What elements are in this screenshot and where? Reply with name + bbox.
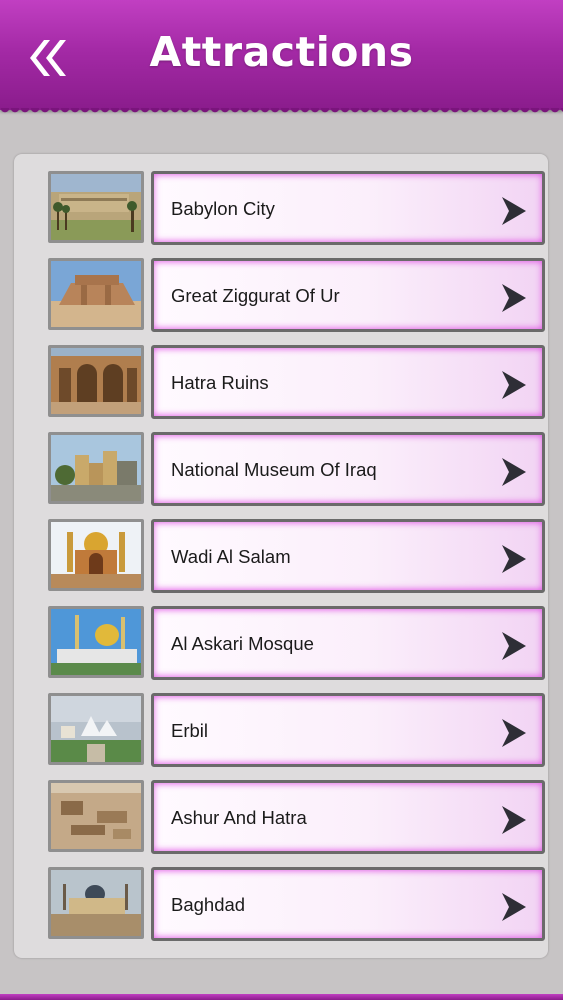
list-item[interactable]: Great Ziggurat Of Ur [34, 258, 546, 334]
chevron-right-icon [502, 458, 526, 486]
list-item[interactable]: Baghdad [34, 867, 546, 943]
attraction-button-ashur-and-hatra[interactable]: Ashur And Hatra [151, 780, 545, 854]
museum-thumbnail [48, 432, 144, 504]
wadi-al-salam-thumbnail [48, 519, 144, 591]
attraction-button-wadi-al-salam[interactable]: Wadi Al Salam [151, 519, 545, 593]
attraction-label: Ashur And Hatra [171, 807, 307, 828]
baghdad-thumbnail [48, 867, 144, 939]
chevron-right-icon [502, 806, 526, 834]
attractions-list-panel: Babylon City Great Ziggurat Of Ur Hatra … [14, 154, 548, 958]
hatra-ruins-thumbnail [48, 345, 144, 417]
chevron-right-icon [502, 632, 526, 660]
babylon-city-thumbnail [48, 171, 144, 243]
page-title: Attractions [149, 28, 414, 76]
attraction-button-al-askari-mosque[interactable]: Al Askari Mosque [151, 606, 545, 680]
list-item[interactable]: Hatra Ruins [34, 345, 546, 421]
ziggurat-thumbnail [48, 258, 144, 330]
chevron-right-icon [502, 893, 526, 921]
list-item[interactable]: Wadi Al Salam [34, 519, 546, 595]
chevron-right-icon [502, 371, 526, 399]
attraction-button-baghdad[interactable]: Baghdad [151, 867, 545, 941]
attraction-label: Great Ziggurat Of Ur [171, 285, 340, 306]
attraction-button-erbil[interactable]: Erbil [151, 693, 545, 767]
attraction-button-great-ziggurat-of-ur[interactable]: Great Ziggurat Of Ur [151, 258, 545, 332]
app-header: Attractions [0, 0, 563, 114]
attraction-label: Wadi Al Salam [171, 546, 291, 567]
attraction-label: Erbil [171, 720, 209, 741]
chevron-right-icon [502, 284, 526, 312]
askari-mosque-thumbnail [48, 606, 144, 678]
chevron-right-icon [502, 197, 526, 225]
attraction-label: Baghdad [171, 894, 246, 915]
chevron-right-icon [502, 545, 526, 573]
bottom-border [0, 994, 563, 1000]
attraction-label: Babylon City [171, 198, 275, 219]
list-item[interactable]: Babylon City [34, 171, 546, 247]
attraction-button-national-museum-of-iraq[interactable]: National Museum Of Iraq [151, 432, 545, 506]
attraction-label: Al Askari Mosque [171, 633, 314, 654]
list-item[interactable]: Al Askari Mosque [34, 606, 546, 682]
attraction-button-babylon-city[interactable]: Babylon City [151, 171, 545, 245]
attraction-label: Hatra Ruins [171, 372, 269, 393]
list-item[interactable]: Ashur And Hatra [34, 780, 546, 856]
attraction-button-hatra-ruins[interactable]: Hatra Ruins [151, 345, 545, 419]
attraction-label: National Museum Of Iraq [171, 459, 377, 480]
list-item[interactable]: Erbil [34, 693, 546, 769]
list-item[interactable]: National Museum Of Iraq [34, 432, 546, 508]
chevron-right-icon [502, 719, 526, 747]
ashur-hatra-thumbnail [48, 780, 144, 852]
erbil-thumbnail [48, 693, 144, 765]
